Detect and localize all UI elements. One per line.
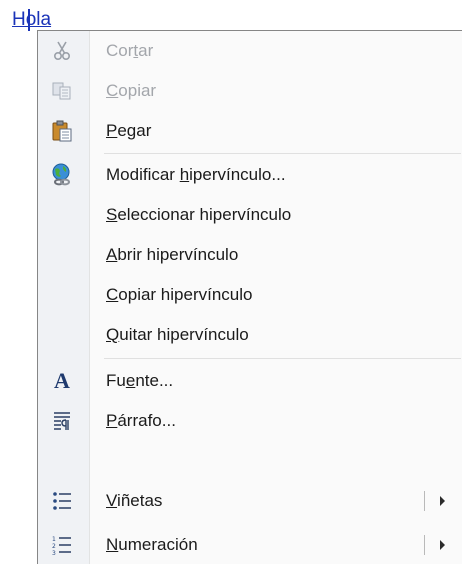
- menu-item-paragraph[interactable]: Párrafo...: [38, 401, 461, 441]
- menu-item-font[interactable]: A Fuente...: [38, 361, 461, 401]
- menu-item-label: Cortar: [106, 41, 154, 60]
- menu-item-label: Fuente...: [106, 371, 174, 390]
- text-cursor: [28, 9, 30, 31]
- submenu-arrow-icon[interactable]: [440, 496, 445, 506]
- menu-item-label: Copiar: [106, 81, 157, 100]
- bullets-icon: [50, 489, 74, 513]
- menu-item-open-hyperlink[interactable]: Abrir hipervínculo: [38, 235, 461, 275]
- document-hyperlink[interactable]: Hola: [12, 9, 51, 31]
- submenu-arrow-icon[interactable]: [440, 540, 445, 550]
- menu-item-numbering[interactable]: 1 2 3 Numeración: [38, 525, 461, 565]
- menu-item-label: Pegar: [106, 121, 152, 140]
- hyperlink-globe-icon: [50, 163, 74, 187]
- svg-text:2: 2: [52, 543, 56, 550]
- copy-icon: [50, 79, 74, 103]
- menu-item-select-hyperlink[interactable]: Seleccionar hipervínculo: [38, 195, 461, 235]
- menu-separator: [104, 153, 461, 154]
- menu-separator: [104, 358, 461, 359]
- menu-item-cut[interactable]: Cortar: [38, 31, 461, 71]
- menu-item-paste[interactable]: Pegar: [38, 111, 461, 151]
- menu-item-remove-hyperlink[interactable]: Quitar hipervínculo: [38, 315, 461, 355]
- menu-item-label: Seleccionar hipervínculo: [106, 205, 292, 224]
- menu-item-label: Numeración: [106, 535, 198, 554]
- menu-item-label: Quitar hipervínculo: [106, 325, 249, 344]
- menu-item-label: Viñetas: [106, 491, 163, 510]
- menu-item-copy-hyperlink[interactable]: Copiar hipervínculo: [38, 275, 461, 315]
- menu-item-copy[interactable]: Copiar: [38, 71, 461, 111]
- menu-item-label: Abrir hipervínculo: [106, 245, 239, 264]
- menu-item-bullets[interactable]: Viñetas: [38, 481, 461, 521]
- numbering-icon: 1 2 3: [50, 533, 74, 557]
- menu-item-edit-hyperlink[interactable]: Modificar hipervínculo...: [38, 155, 461, 195]
- font-icon: A: [54, 368, 70, 393]
- context-menu: Cortar Copiar Pegar Modificar hipervíncu…: [37, 30, 462, 564]
- menu-item-label: Párrafo...: [106, 411, 176, 430]
- svg-text:1: 1: [52, 536, 56, 543]
- paste-icon: [50, 119, 74, 143]
- menu-item-label: Modificar hipervínculo...: [106, 165, 286, 184]
- menu-item-label: Copiar hipervínculo: [106, 285, 253, 304]
- paragraph-icon: [50, 409, 74, 433]
- submenu-divider: [424, 535, 425, 555]
- svg-text:3: 3: [52, 550, 56, 556]
- scissors-icon: [50, 39, 74, 63]
- submenu-divider: [424, 491, 425, 511]
